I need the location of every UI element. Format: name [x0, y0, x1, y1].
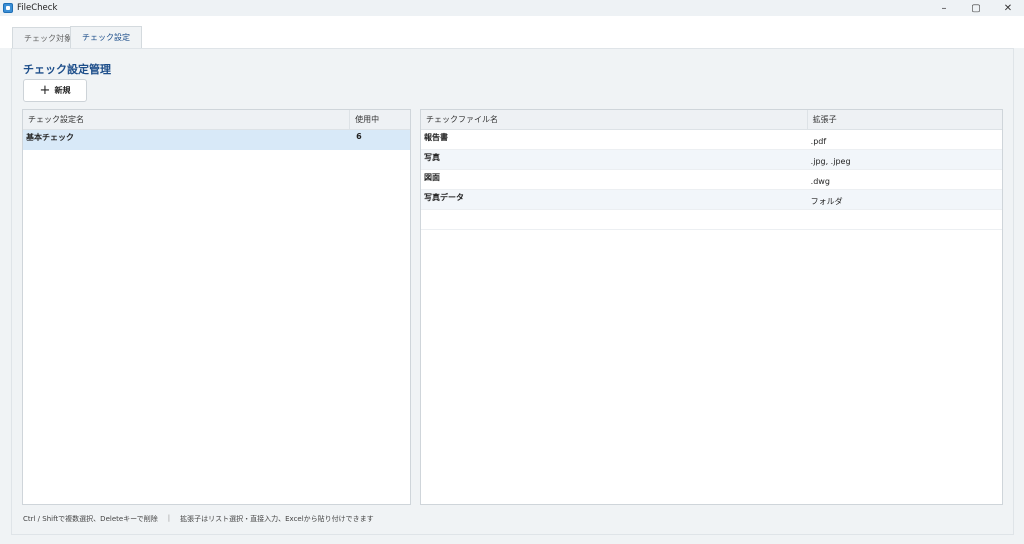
tab-check-settings[interactable]: チェック設定	[70, 26, 142, 48]
file-name-cell[interactable]: 図面	[421, 170, 808, 189]
table-row[interactable]: 図面 .dwg	[421, 170, 1002, 190]
in-use-cell: 6	[356, 132, 362, 141]
app-title: FileCheck	[17, 3, 58, 13]
new-button[interactable]: + 新規	[23, 79, 87, 102]
extension-cell[interactable]: .jpg, .jpeg	[808, 150, 1002, 169]
status-hints: Ctrl / Shiftで複数選択、Deleteキーで削除 | 拡張子はリスト選…	[23, 514, 374, 524]
extension-cell[interactable]: .pdf	[808, 130, 1002, 149]
tab-strip: チェック対象 チェック設定	[0, 16, 1024, 48]
title-bar: FileCheck – ▢ ✕	[0, 0, 1024, 16]
table-row[interactable]: 報告書 .pdf	[421, 130, 1002, 150]
setting-name-cell: 基本チェック	[26, 133, 74, 142]
column-header-file-name[interactable]: チェックファイル名	[421, 110, 808, 129]
hint-separator: |	[167, 514, 171, 522]
file-name-cell[interactable]: 写真データ	[421, 190, 808, 209]
file-name-cell[interactable]: 報告書	[421, 130, 808, 149]
settings-table-header: チェック設定名 使用中	[23, 110, 410, 130]
file-name-cell[interactable]: 写真	[421, 150, 808, 169]
table-row[interactable]: 写真 .jpg, .jpeg	[421, 150, 1002, 170]
column-header-extension[interactable]: 拡張子	[808, 110, 1002, 129]
settings-panel: チェック設定管理 + 新規 チェック設定名 使用中 基本チェック 6 チェックフ…	[11, 48, 1014, 535]
hint-extension-input: 拡張子はリスト選択・直接入力、Excelから貼り付けできます	[180, 515, 374, 523]
section-title: チェック設定管理	[23, 63, 111, 76]
close-button[interactable]: ✕	[992, 0, 1024, 16]
settings-table: チェック設定名 使用中 基本チェック 6	[22, 109, 411, 505]
plus-icon: +	[39, 82, 51, 98]
table-row[interactable]: 写真データ フォルダ	[421, 190, 1002, 210]
restore-button[interactable]: ▢	[960, 0, 992, 16]
app-icon	[3, 3, 13, 13]
window-controls: – ▢ ✕	[928, 0, 1024, 16]
column-header-in-use[interactable]: 使用中	[350, 110, 410, 129]
files-table-header: チェックファイル名 拡張子	[421, 110, 1002, 130]
table-row[interactable]: 基本チェック 6	[23, 130, 410, 150]
files-table: チェックファイル名 拡張子 報告書 .pdf 写真 .jpg, .jpeg 図面…	[420, 109, 1003, 505]
empty-new-row[interactable]	[421, 210, 1002, 230]
new-button-label: 新規	[54, 86, 71, 95]
extension-cell[interactable]: .dwg	[808, 170, 1002, 189]
extension-cell[interactable]: フォルダ	[808, 190, 1002, 209]
hint-multi-select: Ctrl / Shiftで複数選択、Deleteキーで削除	[23, 515, 158, 523]
column-header-setting-name[interactable]: チェック設定名	[23, 110, 351, 129]
minimize-button[interactable]: –	[928, 0, 960, 16]
